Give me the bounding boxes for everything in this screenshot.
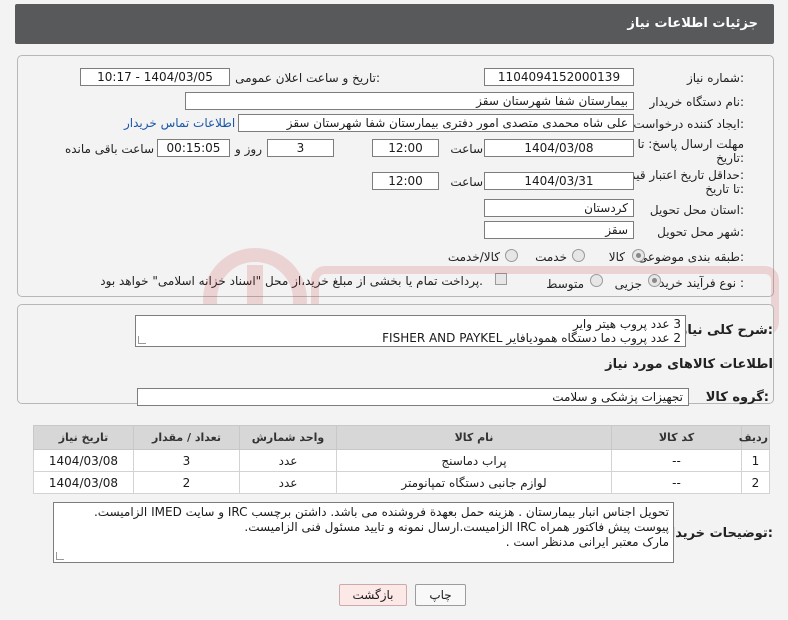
delivery-province-label: استان محل تحویل: [649, 203, 744, 217]
process-option-medium: متوسط [546, 277, 584, 291]
response-time-label: ساعت [450, 142, 483, 156]
treasury-payment-note: پرداخت تمام یا بخشی از مبلغ خرید،از محل … [100, 274, 483, 288]
cell-unit: عدد [239, 471, 337, 494]
summary-label: شرح کلی نیاز: [679, 323, 773, 338]
response-date-field: 1404/03/08 [484, 139, 634, 157]
process-option-minor: جزیی [614, 277, 642, 291]
col-header-name: نام کالا [336, 425, 612, 450]
need-number-label: شماره نیاز: [686, 71, 744, 85]
col-header-need-date: تاریخ نیاز [33, 425, 134, 450]
col-header-row-number: ردیف [739, 425, 770, 450]
buyer-notes-line-1: تحویل اجناس انبار بیمارستان . هزینه حمل … [93, 505, 669, 519]
days-label: روز و [235, 142, 262, 156]
page-title: جزئیات اطلاعات نیاز [627, 16, 758, 31]
time-remaining-label: ساعت باقی مانده [64, 142, 154, 156]
table-row: 1 -- پراب دماسنج عدد 3 1404/03/08 [33, 449, 770, 472]
cell-row-number: 1 [741, 449, 770, 472]
requester-label: ایجاد کننده درخواست: [633, 117, 744, 131]
days-remaining-field: 3 [267, 139, 334, 157]
price-validity-label: حداقل تاریخ اعتبار قیمت: [617, 168, 744, 182]
category-label: طبقه بندی موضوعی: [637, 250, 744, 264]
buyer-notes-textarea: تحویل اجناس انبار بیمارستان . هزینه حمل … [53, 502, 674, 563]
need-number-field: 1104094152000139 [484, 68, 634, 86]
cell-unit: عدد [239, 449, 337, 472]
response-time-field: 12:00 [372, 139, 439, 157]
goods-group-label: گروه کالا: [705, 390, 769, 405]
cell-name: لوازم جانبی دستگاه تمپانومتر [336, 471, 612, 494]
purchase-process-label: نوع فرآیند خرید : [659, 276, 744, 290]
cell-need-date: 1404/03/08 [33, 471, 134, 494]
summary-textarea: 3 عدد پروب هیتر وایر 2 عدد پروب دما دستگ… [135, 315, 686, 347]
page-header: جزئیات اطلاعات نیاز [15, 4, 774, 44]
buyer-contact-link[interactable]: اطلاعات تماس خریدار [124, 116, 235, 130]
goods-group-field: تجهیزات پزشکی و سلامت [137, 388, 689, 406]
delivery-city-label: شهر محل تحویل: [657, 225, 744, 239]
announce-datetime-label: تاریخ و ساعت اعلان عمومی: [235, 71, 380, 85]
category-radio-goods-service[interactable] [505, 249, 518, 262]
process-radio-minor[interactable] [648, 274, 661, 287]
resize-grip-icon[interactable] [138, 336, 146, 344]
table-header-row: ردیف کد کالا نام کالا واحد شمارش تعداد /… [33, 425, 770, 450]
col-header-code: کد کالا [611, 425, 742, 450]
buyer-notes-label: توضیحات خریدار: [663, 526, 773, 541]
resize-grip-icon[interactable] [56, 552, 64, 560]
cell-quantity: 2 [133, 471, 240, 494]
buyer-notes-line-2: پیوست پیش فاکتور همراه IRC الزامیست.ارسا… [244, 520, 669, 534]
col-header-quantity: تعداد / مقدار [133, 425, 240, 450]
back-button[interactable]: بازگشت [339, 584, 407, 606]
goods-table: ردیف کد کالا نام کالا واحد شمارش تعداد /… [33, 425, 770, 494]
process-radio-medium[interactable] [590, 274, 603, 287]
cell-quantity: 3 [133, 449, 240, 472]
price-validity-date-field: 1404/03/31 [484, 172, 634, 190]
category-option-goods: کالا [608, 250, 625, 264]
buyer-org-label: نام دستگاه خریدار: [649, 95, 745, 109]
summary-line-1: 3 عدد پروب هیتر وایر [572, 317, 681, 331]
response-deadline-label-2: تاریخ: [716, 151, 744, 165]
price-validity-time-field: 12:00 [372, 172, 439, 190]
col-header-unit: واحد شمارش [239, 425, 337, 450]
table-row: 2 -- لوازم جانبی دستگاه تمپانومتر عدد 2 … [33, 471, 770, 494]
time-remaining-field: 00:15:05 [157, 139, 230, 157]
response-deadline-label: مهلت ارسال پاسخ: تا [637, 137, 744, 151]
price-validity-time-label: ساعت [450, 175, 483, 189]
category-option-goods-service: کالا/خدمت [447, 250, 500, 264]
goods-section-title: اطلاعات کالاهای مورد نیاز [605, 357, 773, 372]
cell-name: پراب دماسنج [336, 449, 612, 472]
treasury-payment-checkbox[interactable] [495, 273, 507, 285]
cell-need-date: 1404/03/08 [33, 449, 134, 472]
buyer-notes-line-3: مارک معتبر ایرانی مدنظر است . [505, 535, 669, 549]
buyer-org-field: بیمارستان شفا شهرستان سقز [185, 92, 634, 110]
delivery-city-field: سقز [484, 221, 634, 239]
category-radio-goods[interactable] [632, 249, 645, 262]
cell-code: -- [611, 449, 742, 472]
category-option-service: خدمت [535, 250, 567, 264]
price-validity-label-2: تا تاریخ: [705, 182, 744, 196]
cell-row-number: 2 [741, 471, 770, 494]
announce-datetime-field: 1404/03/05 - 10:17 [80, 68, 230, 86]
cell-code: -- [611, 471, 742, 494]
summary-line-2: 2 عدد پروب دما دستگاه همودیافایر FISHER … [382, 331, 681, 345]
requester-field: علی شاه محمدی متصدی امور دفتری بیمارستان… [238, 114, 634, 132]
delivery-province-field: کردستان [484, 199, 634, 217]
category-radio-service[interactable] [572, 249, 585, 262]
print-button[interactable]: چاپ [415, 584, 466, 606]
